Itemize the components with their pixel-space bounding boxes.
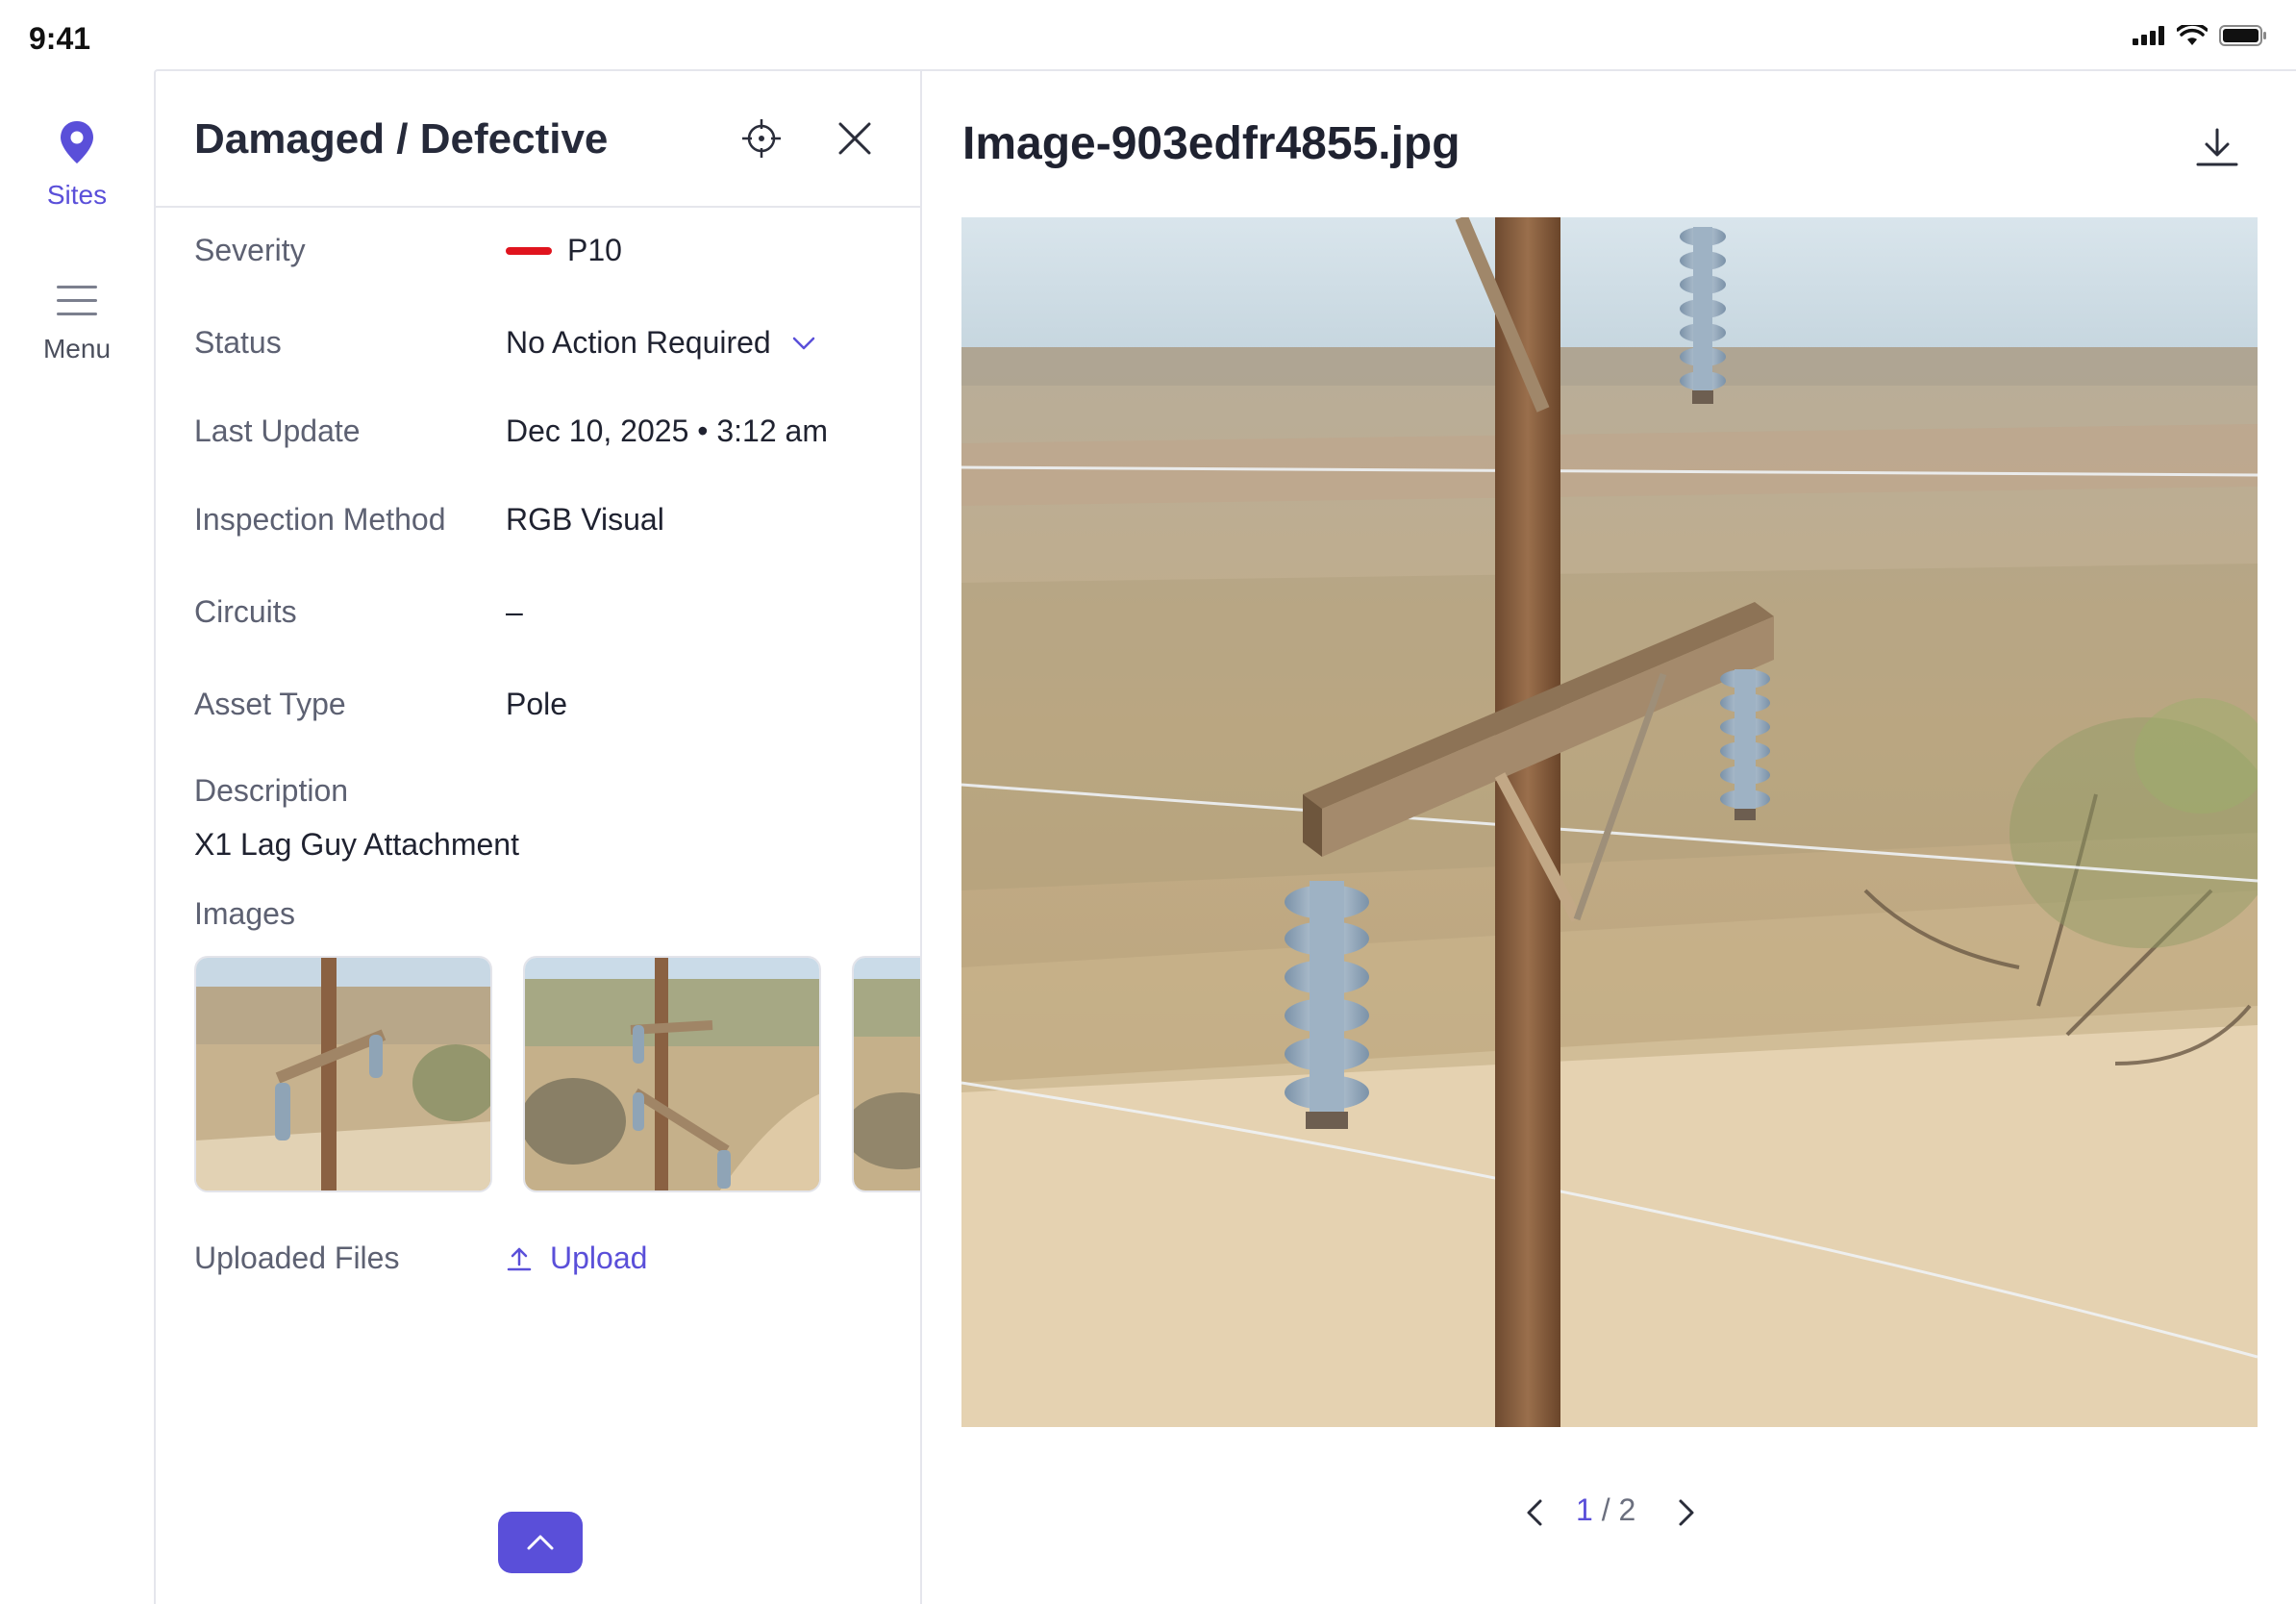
page-indicator: 1 / 2: [1576, 1492, 1635, 1528]
utility-pole-road-photo-thumbnail: [525, 958, 819, 1190]
image-viewer: Image-903edfr4855.jpg 1 / 2: [922, 69, 2296, 1604]
current-page: 1: [1576, 1492, 1593, 1527]
previous-image-button[interactable]: [1510, 1489, 1559, 1537]
wifi-icon: [2177, 25, 2208, 45]
next-image-button[interactable]: [1662, 1489, 1710, 1537]
description-value: X1 Lag Guy Attachment: [194, 827, 519, 862]
images-label: Images: [194, 896, 295, 931]
image-pager: 1 / 2: [922, 1485, 2296, 1542]
utility-pole-photo-thumbnail: [196, 958, 490, 1190]
status-row: Status No Action Required: [194, 325, 886, 373]
description-label: Description: [194, 773, 349, 808]
locate-button[interactable]: [733, 110, 790, 167]
severity-value: P10: [506, 233, 622, 268]
close-icon: [838, 122, 871, 155]
utility-pole-photo-thumbnail-partial: [854, 958, 920, 1190]
download-icon: [2196, 128, 2238, 166]
nav-item-sites-label: Sites: [46, 180, 108, 210]
inspection-method-label: Inspection Method: [194, 502, 446, 537]
hamburger-menu-icon: [57, 286, 97, 315]
clock: 9:41: [29, 21, 91, 56]
uploaded-files-label: Uploaded Files: [194, 1241, 400, 1275]
uploaded-files-row: Uploaded Files Upload: [194, 1241, 886, 1289]
chevron-left-icon: [1527, 1499, 1542, 1526]
image-filename: Image-903edfr4855.jpg: [962, 118, 1460, 169]
status-label: Status: [194, 325, 282, 360]
upload-button[interactable]: Upload: [506, 1241, 647, 1276]
utility-pole-field-photo: [961, 217, 2258, 1427]
severity-text: P10: [567, 233, 622, 267]
chevron-up-icon: [527, 1535, 554, 1550]
chevron-right-icon: [1679, 1499, 1694, 1526]
severity-row: Severity P10: [194, 233, 886, 281]
circuits-label: Circuits: [194, 594, 297, 629]
status-bar: 9:41: [0, 0, 2296, 69]
inspection-method-row: Inspection Method RGB Visual: [194, 502, 886, 550]
nav-item-menu[interactable]: Menu: [0, 283, 154, 364]
cellular-signal-icon: [2133, 26, 2164, 45]
total-pages: 2: [1618, 1492, 1636, 1527]
severity-label: Severity: [194, 233, 306, 267]
system-icons: [2133, 25, 2267, 46]
last-update-label: Last Update: [194, 414, 361, 448]
navigation-rail: Sites Menu: [0, 69, 154, 1604]
circuits-value: –: [506, 594, 523, 629]
chevron-down-icon: [792, 337, 814, 349]
status-dropdown[interactable]: No Action Required: [506, 325, 815, 361]
last-update-value: Dec 10, 2025 • 3:12 am: [506, 414, 828, 448]
nav-item-menu-label: Menu: [42, 334, 112, 363]
map-pin-icon: [61, 121, 93, 163]
severity-indicator: [506, 246, 552, 255]
inspection-method-value: RGB Visual: [506, 502, 664, 537]
inspection-photo[interactable]: [961, 217, 2258, 1427]
circuits-row: Circuits –: [194, 594, 886, 642]
close-button[interactable]: [826, 110, 884, 167]
image-thumbnail-3[interactable]: [852, 956, 920, 1192]
upload-button-label: Upload: [550, 1241, 648, 1275]
defect-detail-panel: Damaged / Defective Severity P10 Status …: [154, 69, 922, 1604]
crosshair-icon: [742, 119, 781, 158]
asset-type-label: Asset Type: [194, 687, 346, 721]
image-thumbnails: [194, 956, 920, 1264]
panel-header: Damaged / Defective: [156, 71, 920, 208]
download-button[interactable]: [2184, 113, 2251, 181]
image-thumbnail-1[interactable]: [194, 956, 492, 1192]
image-thumbnail-2[interactable]: [523, 956, 821, 1192]
page-separator: /: [1592, 1492, 1619, 1527]
nav-item-sites[interactable]: Sites: [0, 119, 154, 211]
asset-type-value: Pole: [506, 687, 568, 721]
battery-icon: [2219, 25, 2266, 46]
upload-icon: [507, 1247, 532, 1270]
asset-type-row: Asset Type Pole: [194, 687, 886, 735]
last-update-row: Last Update Dec 10, 2025 • 3:12 am: [194, 414, 886, 462]
expand-panel-button[interactable]: [498, 1512, 583, 1573]
status-dropdown-value: No Action Required: [506, 325, 771, 360]
panel-title: Damaged / Defective: [194, 115, 609, 163]
